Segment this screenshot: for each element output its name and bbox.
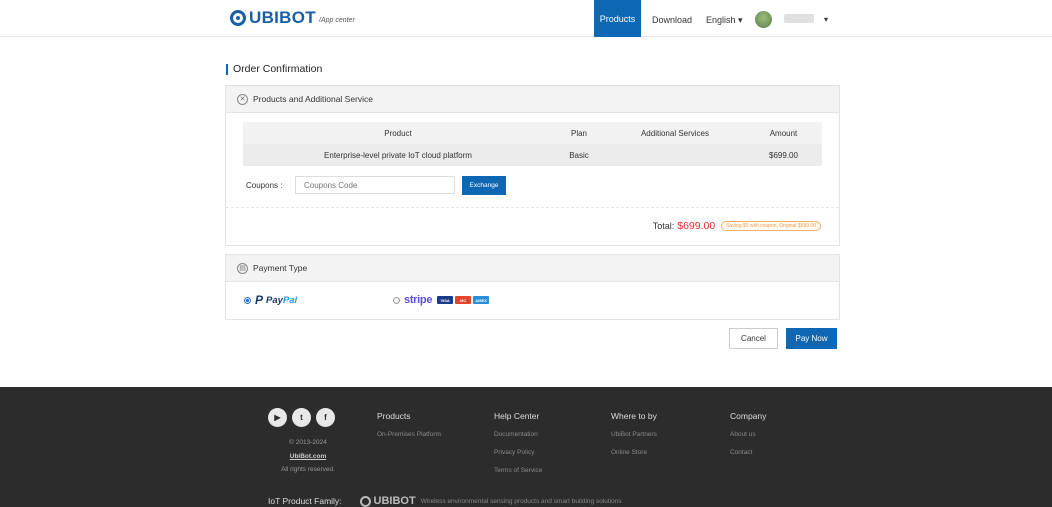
coupon-input[interactable]: [295, 176, 455, 194]
table-row: Enterprise-level private IoT cloud platf…: [243, 144, 822, 166]
footer-rights: All rights reserved.: [281, 466, 335, 473]
footer-col-help: Help Center Documentation Privacy Policy…: [494, 411, 542, 485]
page-title: Order Confirmation: [226, 64, 322, 75]
products-section-title: Products and Additional Service: [253, 94, 374, 104]
footer-link[interactable]: Privacy Policy: [494, 449, 542, 456]
footer-col-products: Products On-Premises Platform: [377, 411, 441, 449]
products-panel: ✕ Products and Additional Service Produc…: [225, 85, 840, 246]
logo-mark-icon: [230, 10, 246, 26]
footer-link[interactable]: On-Premises Platform: [377, 431, 441, 438]
footer-link[interactable]: Online Store: [611, 449, 657, 456]
chevron-down-icon[interactable]: ▾: [824, 15, 828, 24]
footer-copyright: © 2013-2024: [289, 439, 327, 446]
paypal-pal-text: Pal: [282, 294, 298, 306]
top-header: UBIBOT /App center Products Download Eng…: [0, 0, 1052, 37]
cell-product: Enterprise-level private IoT cloud platf…: [324, 150, 472, 160]
nav-products[interactable]: Products: [594, 0, 641, 37]
paypal-pay-text: Pay: [266, 294, 283, 306]
col-header-services: Additional Services: [640, 128, 710, 138]
amex-card-icon: AMEX: [473, 296, 490, 304]
footer-col-where: Where to by UbiBot Partners Online Store: [611, 411, 657, 467]
footer-link[interactable]: About us: [730, 431, 766, 438]
footer-col-heading: Products: [377, 411, 411, 421]
footer-col-heading: Where to by: [611, 411, 657, 421]
family-description: Wireless environmental sensing products …: [420, 497, 622, 505]
footer-link[interactable]: Documentation: [494, 431, 542, 438]
col-header-plan: Plan: [570, 128, 587, 138]
payment-section-icon: ▤: [237, 262, 248, 274]
cancel-button[interactable]: Cancel: [729, 328, 778, 349]
saving-badge: Saving $0 with coupon, Original $699.00: [721, 221, 821, 231]
site-footer: ▶ t f © 2013-2024 UbiBot.com All rights …: [0, 387, 1052, 507]
products-panel-header: ✕ Products and Additional Service: [226, 86, 839, 113]
footer-col-heading: Company: [730, 411, 767, 421]
payment-panel: ▤ Payment Type P PayPal stripe VISA MC A…: [225, 254, 840, 320]
col-header-amount: Amount: [769, 128, 798, 138]
family-label: IoT Product Family:: [268, 496, 342, 506]
visa-card-icon: VISA: [437, 296, 454, 304]
stripe-radio[interactable]: [393, 296, 400, 304]
exchange-button[interactable]: Exchange: [462, 176, 506, 195]
footer-link[interactable]: UbiBot Partners: [611, 431, 657, 438]
paypal-icon: P: [255, 293, 264, 307]
coupon-label: Coupons :: [246, 181, 283, 190]
footer-col-heading: Help Center: [494, 411, 540, 421]
cell-amount: $699.00: [769, 150, 798, 160]
footer-col-company: Company About us Contact: [730, 411, 766, 467]
mastercard-icon: MC: [455, 296, 472, 304]
col-header-product: Product: [384, 128, 412, 138]
footer-site-link[interactable]: UbiBot.com: [262, 453, 354, 460]
avatar[interactable]: [755, 11, 772, 28]
total-summary: Total: $699.00 Saving $0 with coupon, Or…: [653, 220, 821, 232]
paypal-logo: P PayPal: [255, 293, 297, 307]
total-label: Total:: [652, 221, 675, 231]
stripe-option[interactable]: stripe VISA MC AMEX: [393, 294, 491, 306]
divider: [226, 207, 839, 208]
username-blurred[interactable]: [784, 14, 814, 23]
total-value: $699.00: [677, 220, 716, 232]
product-family: IoT Product Family: UBIBOT Wireless envi…: [268, 495, 622, 507]
payment-panel-header: ▤ Payment Type: [226, 255, 839, 282]
family-logo-mark-icon: [359, 495, 371, 507]
table-header-row: Product Plan Additional Services Amount: [243, 122, 822, 144]
logo-text: UBIBOT: [249, 8, 316, 27]
nav-download[interactable]: Download: [652, 15, 692, 25]
footer-link[interactable]: Contact: [730, 449, 766, 456]
products-table: Product Plan Additional Services Amount …: [243, 122, 822, 166]
ubibot-logo[interactable]: UBIBOT /App center: [230, 9, 355, 26]
language-select[interactable]: English ▾: [706, 15, 743, 26]
logo-subtitle: /App center: [318, 17, 355, 24]
family-logo-text: UBIBOT: [373, 495, 416, 507]
family-logo[interactable]: UBIBOT: [359, 495, 416, 507]
paypal-radio[interactable]: [244, 296, 251, 304]
paypal-option[interactable]: P PayPal: [244, 293, 297, 307]
social-links: ▶ t f: [268, 408, 340, 427]
products-section-icon: ✕: [237, 93, 248, 105]
twitter-icon[interactable]: t: [292, 408, 311, 427]
pay-now-button[interactable]: Pay Now: [786, 328, 837, 349]
stripe-logo: stripe: [404, 294, 433, 306]
facebook-icon[interactable]: f: [316, 408, 335, 427]
cell-plan: Basic: [569, 150, 589, 160]
footer-link[interactable]: Terms of Service: [494, 467, 542, 474]
payment-section-title: Payment Type: [253, 263, 308, 273]
youtube-icon[interactable]: ▶: [268, 408, 287, 427]
